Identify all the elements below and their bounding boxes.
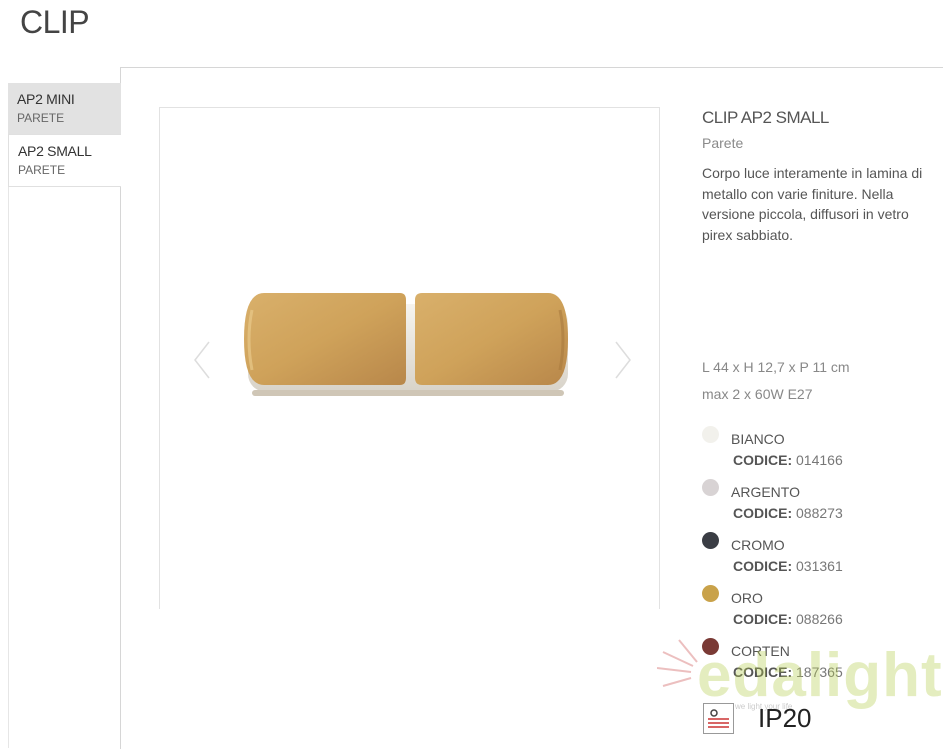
color-swatch[interactable] xyxy=(702,638,719,655)
code-label: CODICE: xyxy=(733,664,793,680)
chevron-left-icon[interactable] xyxy=(193,340,211,380)
code-label: CODICE: xyxy=(733,558,793,574)
code-value: 031361 xyxy=(796,558,843,574)
finish-name: CROMO xyxy=(731,537,785,553)
finish-name: BIANCO xyxy=(731,431,785,447)
product-category: Parete xyxy=(702,135,744,151)
finish-name: CORTEN xyxy=(731,643,790,659)
color-swatch[interactable] xyxy=(702,585,719,602)
tab-ap2-small[interactable]: AP2 SMALL PARETE xyxy=(8,135,121,187)
ip-rating-label: IP20 xyxy=(758,703,812,733)
tab-title: AP2 SMALL xyxy=(18,143,92,159)
finish-code: CODICE: 014166 xyxy=(733,452,843,468)
finish-code: CODICE: 031361 xyxy=(733,558,843,574)
tab-subtitle: PARETE xyxy=(18,163,66,177)
code-value: 187365 xyxy=(796,664,843,680)
finish-code: CODICE: 088266 xyxy=(733,611,843,627)
code-value: 014166 xyxy=(796,452,843,468)
color-swatch[interactable] xyxy=(702,479,719,496)
finish-code: CODICE: 088273 xyxy=(733,505,843,521)
divider xyxy=(8,187,9,748)
code-value: 088266 xyxy=(796,611,843,627)
finish-code: CODICE: 187365 xyxy=(733,664,843,680)
chevron-right-icon[interactable] xyxy=(614,340,632,380)
tab-subtitle: PARETE xyxy=(17,111,65,125)
code-label: CODICE: xyxy=(733,505,793,521)
ip-rating-icon xyxy=(703,703,734,734)
product-image xyxy=(244,293,568,396)
product-title: CLIP AP2 SMALL xyxy=(702,108,829,127)
code-label: CODICE: xyxy=(733,452,793,468)
color-swatch[interactable] xyxy=(702,426,719,443)
tab-ap2-mini[interactable]: AP2 MINI PARETE xyxy=(8,83,121,135)
code-value: 088273 xyxy=(796,505,843,521)
color-swatch[interactable] xyxy=(702,532,719,549)
finish-name: ARGENTO xyxy=(731,484,800,500)
product-info: CLIP AP2 SMALL Parete Corpo luce interam… xyxy=(702,108,942,245)
tab-title: AP2 MINI xyxy=(17,91,75,107)
product-dimensions: L 44 x H 12,7 x P 11 cm xyxy=(702,359,850,375)
code-label: CODICE: xyxy=(733,611,793,627)
product-power: max 2 x 60W E27 xyxy=(702,386,813,402)
finish-name: ORO xyxy=(731,590,763,606)
product-description: Corpo luce interamente in lamina di meta… xyxy=(702,165,923,243)
product-tabs: AP2 MINI PARETE AP2 SMALL PARETE xyxy=(8,83,121,187)
page-title: CLIP xyxy=(20,4,90,40)
